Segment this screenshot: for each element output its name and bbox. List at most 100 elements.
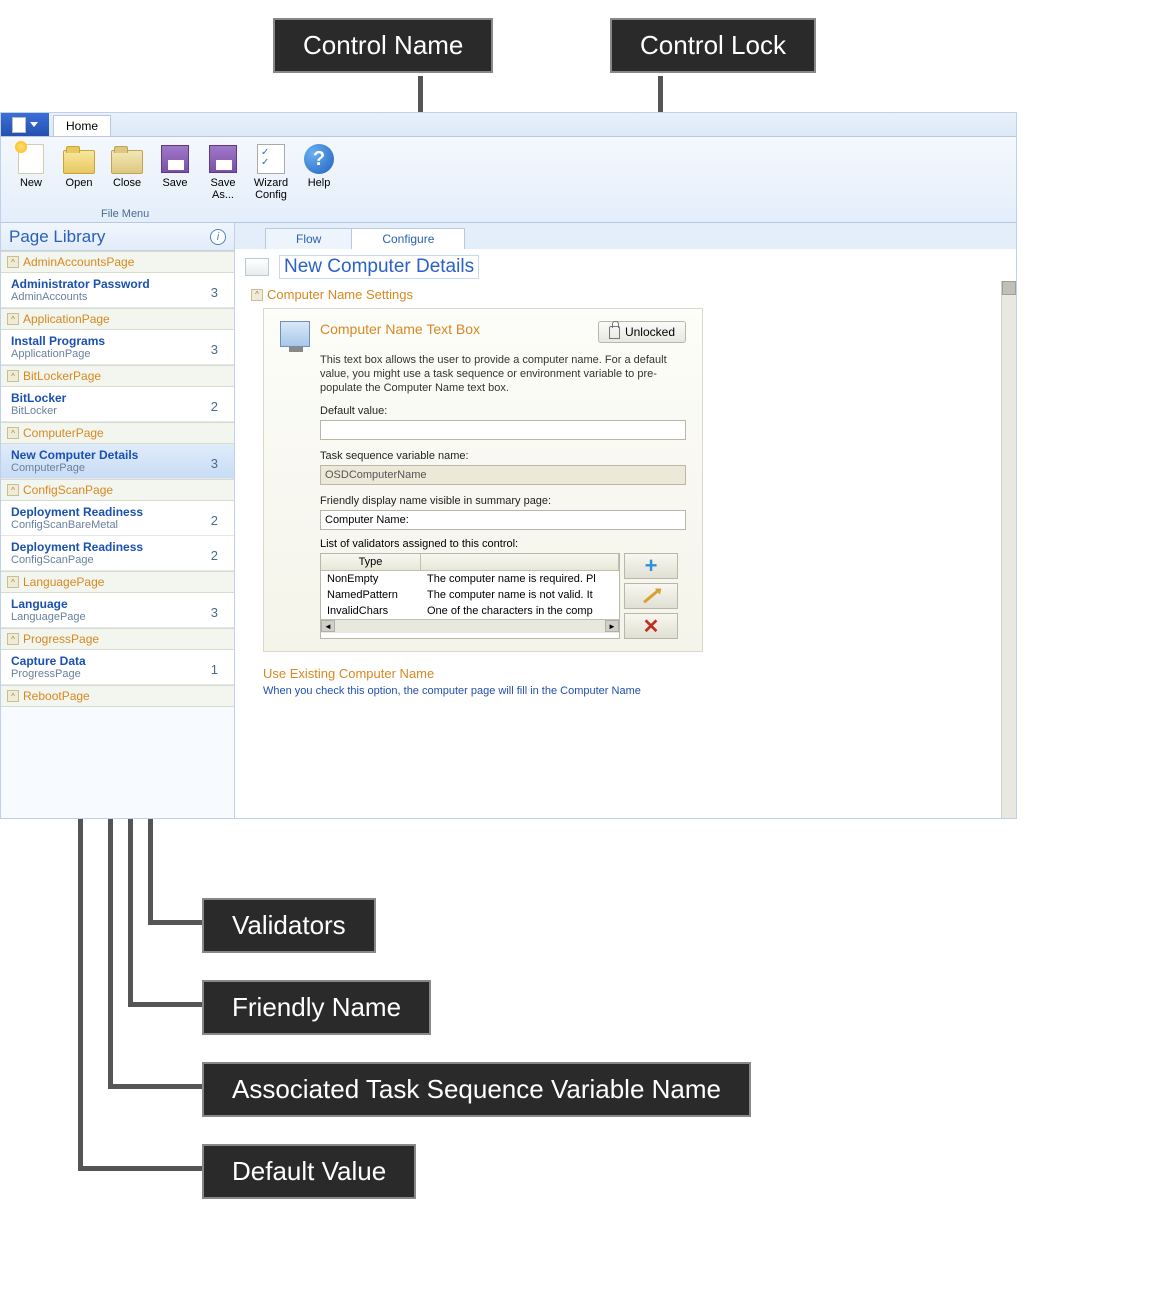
library-category[interactable]: ^ProgressPage	[1, 628, 234, 650]
library-item[interactable]: Deployment ReadinessConfigScanBareMetal2	[1, 501, 234, 536]
tab-configure[interactable]: Configure	[351, 228, 465, 249]
leader	[148, 920, 202, 925]
library-category[interactable]: ^ ComputerPage	[1, 422, 234, 444]
content-scrollbar[interactable]	[1002, 281, 1016, 818]
detail-tabs: Flow Configure	[235, 223, 1016, 249]
new-button[interactable]: New	[7, 141, 55, 189]
add-validator-button[interactable]: +	[624, 553, 678, 579]
library-category[interactable]: ^ LanguagePage	[1, 571, 234, 593]
validator-row[interactable]: InvalidCharsOne of the characters in the…	[321, 603, 619, 619]
library-item[interactable]: Capture DataProgressPage1	[1, 650, 234, 685]
library-category[interactable]: ^ApplicationPage	[1, 308, 234, 330]
checklist-icon	[257, 144, 285, 174]
validator-type: InvalidChars	[321, 603, 421, 619]
save-button[interactable]: Save	[151, 141, 199, 189]
dropdown-icon	[30, 122, 38, 127]
friendly-name-label: Friendly display name visible in summary…	[320, 495, 686, 507]
item-count: 3	[211, 456, 218, 471]
library-item[interactable]: LanguageLanguagePage3	[1, 593, 234, 628]
section-header[interactable]: ^ Computer Name Settings	[251, 287, 985, 302]
app-menu-button[interactable]	[1, 113, 49, 136]
validator-row[interactable]: NamedPatternThe computer name is not val…	[321, 587, 619, 603]
chevron-up-icon: ^	[7, 576, 19, 588]
validator-desc: The computer name is not valid. It	[421, 587, 619, 603]
scrollbar-thumb[interactable]	[1002, 281, 1016, 295]
save-as-button[interactable]: Save As...	[199, 141, 247, 201]
leader	[108, 1084, 202, 1089]
wizard-config-app: Home New Open Close Save Save As... Wiza…	[0, 112, 1017, 819]
library-item[interactable]: New Computer DetailsComputerPage3	[1, 444, 234, 479]
wizard-label: Wizard Config	[254, 177, 288, 201]
validators-table[interactable]: Type NonEmptyThe computer name is requir…	[320, 553, 620, 639]
validator-desc: One of the characters in the comp	[421, 603, 619, 619]
library-item[interactable]: Deployment ReadinessConfigScanPage 2	[1, 536, 234, 571]
item-title: BitLocker	[11, 391, 66, 405]
library-item[interactable]: Install ProgramsApplicationPage3	[1, 330, 234, 365]
info-icon[interactable]: i	[210, 229, 226, 245]
item-title: Deployment Readiness	[11, 540, 143, 554]
chevron-up-icon: ^	[7, 427, 19, 439]
lock-label: Unlocked	[625, 325, 675, 339]
library-category[interactable]: ^AdminAccountsPage	[1, 251, 234, 273]
page-library-panel: Page Library i ^AdminAccountsPageAdminis…	[1, 223, 235, 818]
help-button[interactable]: ? Help	[295, 141, 343, 189]
default-value-input[interactable]	[320, 420, 686, 440]
validator-desc: The computer name is required. Pl	[421, 571, 619, 587]
item-subtitle: ConfigScanPage	[11, 554, 143, 566]
callout-friendly-name: Friendly Name	[202, 980, 431, 1035]
page-library-header: Page Library i	[1, 223, 234, 251]
lock-icon	[609, 326, 620, 339]
friendly-name-input[interactable]	[320, 510, 686, 530]
library-category[interactable]: ^BitLockerPage	[1, 365, 234, 387]
page-library-list[interactable]: ^AdminAccountsPageAdministrator Password…	[1, 251, 234, 818]
page-library-title: Page Library	[9, 227, 105, 247]
edit-validator-button[interactable]	[624, 583, 678, 609]
category-name: ConfigScanPage	[23, 483, 113, 497]
library-item[interactable]: BitLockerBitLocker2	[1, 387, 234, 422]
item-title: Language	[11, 597, 86, 611]
category-name: RebootPage	[23, 689, 90, 703]
category-name: AdminAccountsPage	[23, 255, 134, 269]
wizard-config-button[interactable]: Wizard Config	[247, 141, 295, 201]
folder-icon	[63, 150, 95, 174]
delete-validator-button[interactable]: ✕	[624, 613, 678, 639]
detail-panel: Flow Configure New Computer Details ^ Co…	[235, 223, 1016, 818]
open-label: Open	[66, 177, 93, 189]
table-hscroll[interactable]: ◄ ►	[321, 619, 619, 633]
chevron-up-icon: ^	[251, 289, 263, 301]
save-as-icon	[209, 145, 237, 173]
next-section-header[interactable]: Use Existing Computer Name	[263, 666, 985, 681]
category-name: ComputerPage	[23, 426, 104, 440]
close-button[interactable]: Close	[103, 141, 151, 189]
tab-flow[interactable]: Flow	[265, 228, 352, 249]
control-config-box: Computer Name Text Box Unlocked This tex…	[263, 308, 703, 652]
item-subtitle: BitLocker	[11, 405, 66, 417]
ts-var-label: Task sequence variable name:	[320, 450, 686, 462]
open-button[interactable]: Open	[55, 141, 103, 189]
computer-icon	[280, 321, 310, 347]
item-count: 2	[211, 513, 218, 528]
item-count: 3	[211, 342, 218, 357]
category-name: LanguagePage	[23, 575, 104, 589]
chevron-up-icon: ^	[7, 633, 19, 645]
lock-toggle-button[interactable]: Unlocked	[598, 321, 686, 343]
page-icon	[245, 258, 269, 276]
library-item[interactable]: Administrator PasswordAdminAccounts3	[1, 273, 234, 308]
validators-label: List of validators assigned to this cont…	[320, 538, 686, 550]
scroll-right-icon[interactable]: ►	[605, 620, 619, 632]
callout-ts-var: Associated Task Sequence Variable Name	[202, 1062, 751, 1117]
save-as-label: Save As...	[210, 177, 235, 201]
library-category[interactable]: ^ConfigScanPage	[1, 479, 234, 501]
scroll-left-icon[interactable]: ◄	[321, 620, 335, 632]
validator-row[interactable]: NonEmptyThe computer name is required. P…	[321, 571, 619, 587]
new-icon	[18, 144, 44, 174]
control-name: Computer Name Text Box	[320, 321, 480, 337]
next-section-desc: When you check this option, the computer…	[263, 685, 985, 697]
ribbon-tab-home[interactable]: Home	[53, 115, 111, 136]
chevron-up-icon: ^	[7, 690, 19, 702]
item-title: Deployment Readiness	[11, 505, 143, 519]
library-category[interactable]: ^ RebootPage	[1, 685, 234, 707]
item-count: 2	[211, 548, 218, 563]
callout-validators: Validators	[202, 898, 376, 953]
chevron-up-icon: ^	[7, 370, 19, 382]
